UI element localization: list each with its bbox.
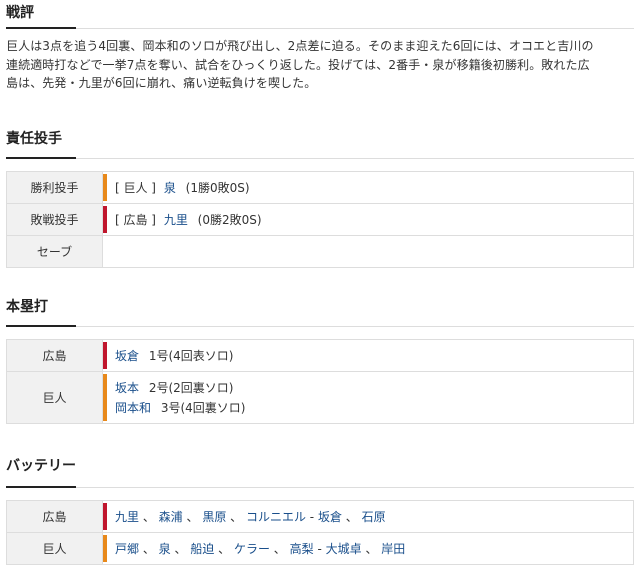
team-color-bar <box>103 342 107 369</box>
battery-divider <box>6 486 634 488</box>
homeruns-section: 本塁打 広島 坂倉 1号(4回表ソロ) 巨人 坂本 2号(2回裏ソロ) 岡本和 … <box>6 296 634 424</box>
player-link[interactable]: 泉 <box>164 181 176 195</box>
homerun-entry: 岡本和 3号(4回裏ソロ) <box>115 398 633 418</box>
player-link[interactable]: ケラー <box>234 542 270 556</box>
team-color-bar <box>103 535 107 562</box>
team-label: 巨人 <box>6 532 103 565</box>
player-link[interactable]: 戸郷 <box>115 542 139 556</box>
player-link[interactable]: 石原 <box>362 510 386 524</box>
table-row: セーブ <box>6 235 634 268</box>
team-color-bar <box>103 206 107 233</box>
pitcher-stat: (0勝2敗0S) <box>197 213 262 227</box>
player-link[interactable]: 黒原 <box>202 510 226 524</box>
homerun-value: 坂倉 1号(4回表ソロ) <box>102 339 634 372</box>
review-line: 巨人は3点を追う4回裏、岡本和のソロが飛び出し、2点差に迫る。そのまま迎えた6回… <box>6 39 594 53</box>
pitchers-section: 責任投手 勝利投手 [ 巨人 ] 泉 (1勝0敗0S) 敗戦投手 [ 広島 ] … <box>6 128 634 268</box>
team-label: 広島 <box>6 339 103 372</box>
player-link[interactable]: 大城卓 <box>326 542 362 556</box>
review-title: 戦評 <box>6 5 34 21</box>
homeruns-table: 広島 坂倉 1号(4回表ソロ) 巨人 坂本 2号(2回裏ソロ) 岡本和 3号(4… <box>6 339 634 424</box>
table-row: 勝利投手 [ 巨人 ] 泉 (1勝0敗0S) <box>6 171 634 204</box>
team-name: [ 広島 ] <box>115 213 156 227</box>
player-link[interactable]: 坂倉 <box>318 510 342 524</box>
team-label: 広島 <box>6 500 103 533</box>
table-row: 広島 九里 、 森浦 、 黒原 、 コルニエル - 坂倉 、 石原 <box>6 500 634 533</box>
battery-title: バッテリー <box>6 458 76 474</box>
pitchers-divider <box>6 157 634 159</box>
team-color-bar <box>103 174 107 201</box>
battery-value: 戸郷 、 泉 、 船迫 、 ケラー 、 高梨 - 大城卓 、 岸田 <box>102 532 634 565</box>
player-link[interactable]: 坂倉 <box>115 349 139 363</box>
table-row: 広島 坂倉 1号(4回表ソロ) <box>6 339 634 372</box>
review-section: 戦評 巨人は3点を追う4回裏、岡本和のソロが飛び出し、2点差に迫る。そのまま迎え… <box>6 0 634 93</box>
pitcher-value: [ 広島 ] 九里 (0勝2敗0S) <box>102 203 634 236</box>
pitchers-title: 責任投手 <box>6 131 62 147</box>
player-link[interactable]: 森浦 <box>159 510 183 524</box>
pitcher-label: セーブ <box>6 235 103 268</box>
team-color-bar <box>103 503 107 530</box>
homeruns-divider <box>6 325 634 327</box>
review-line: 連続適時打などで一挙7点を奪い、試合をひっくり返した。投げては、2番手・泉が移籍… <box>6 57 590 72</box>
table-row: 巨人 坂本 2号(2回裏ソロ) 岡本和 3号(4回裏ソロ) <box>6 371 634 424</box>
battery-value: 九里 、 森浦 、 黒原 、 コルニエル - 坂倉 、 石原 <box>102 500 634 533</box>
homerun-detail: 2号(2回裏ソロ) <box>148 380 234 395</box>
player-link[interactable]: 高梨 <box>290 542 314 556</box>
review-divider <box>6 27 634 29</box>
player-link[interactable]: 泉 <box>159 542 171 556</box>
pitcher-stat: (1勝0敗0S) <box>185 181 250 195</box>
pitcher-label: 勝利投手 <box>6 171 103 204</box>
homerun-detail: 1号(4回表ソロ) <box>148 349 234 363</box>
review-line: 島は、先発・九里が6回に崩れ、痛い逆転負けを喫した。 <box>6 76 317 90</box>
player-link[interactable]: 九里 <box>164 213 188 227</box>
player-link[interactable]: コルニエル <box>246 510 306 524</box>
team-label: 巨人 <box>6 371 103 424</box>
table-row: 巨人 戸郷 、 泉 、 船迫 、 ケラー 、 高梨 - 大城卓 、 岸田 <box>6 532 634 565</box>
homeruns-title: 本塁打 <box>6 299 48 315</box>
table-row: 敗戦投手 [ 広島 ] 九里 (0勝2敗0S) <box>6 203 634 236</box>
pitcher-value: [ 巨人 ] 泉 (1勝0敗0S) <box>102 171 634 204</box>
battery-table: 広島 九里 、 森浦 、 黒原 、 コルニエル - 坂倉 、 石原 巨人 戸郷 … <box>6 500 634 565</box>
battery-section: バッテリー 広島 九里 、 森浦 、 黒原 、 コルニエル - 坂倉 、 石原 … <box>6 455 634 565</box>
player-link[interactable]: 岸田 <box>381 542 405 556</box>
review-text: 巨人は3点を追う4回裏、岡本和のソロが飛び出し、2点差に迫る。そのまま迎えた6回… <box>6 37 634 93</box>
player-link[interactable]: 岡本和 <box>115 401 151 415</box>
player-link[interactable]: 九里 <box>115 510 139 524</box>
player-link[interactable]: 坂本 <box>115 381 139 395</box>
pitcher-value <box>102 235 634 268</box>
pitcher-label: 敗戦投手 <box>6 203 103 236</box>
player-link[interactable]: 船迫 <box>190 542 214 556</box>
homerun-detail: 3号(4回裏ソロ) <box>160 400 246 415</box>
homerun-value: 坂本 2号(2回裏ソロ) 岡本和 3号(4回裏ソロ) <box>102 371 634 424</box>
homerun-entry: 坂本 2号(2回裏ソロ) <box>115 378 633 398</box>
team-color-bar <box>103 374 107 421</box>
team-name: [ 巨人 ] <box>115 181 156 195</box>
pitchers-table: 勝利投手 [ 巨人 ] 泉 (1勝0敗0S) 敗戦投手 [ 広島 ] 九里 (0… <box>6 171 634 268</box>
